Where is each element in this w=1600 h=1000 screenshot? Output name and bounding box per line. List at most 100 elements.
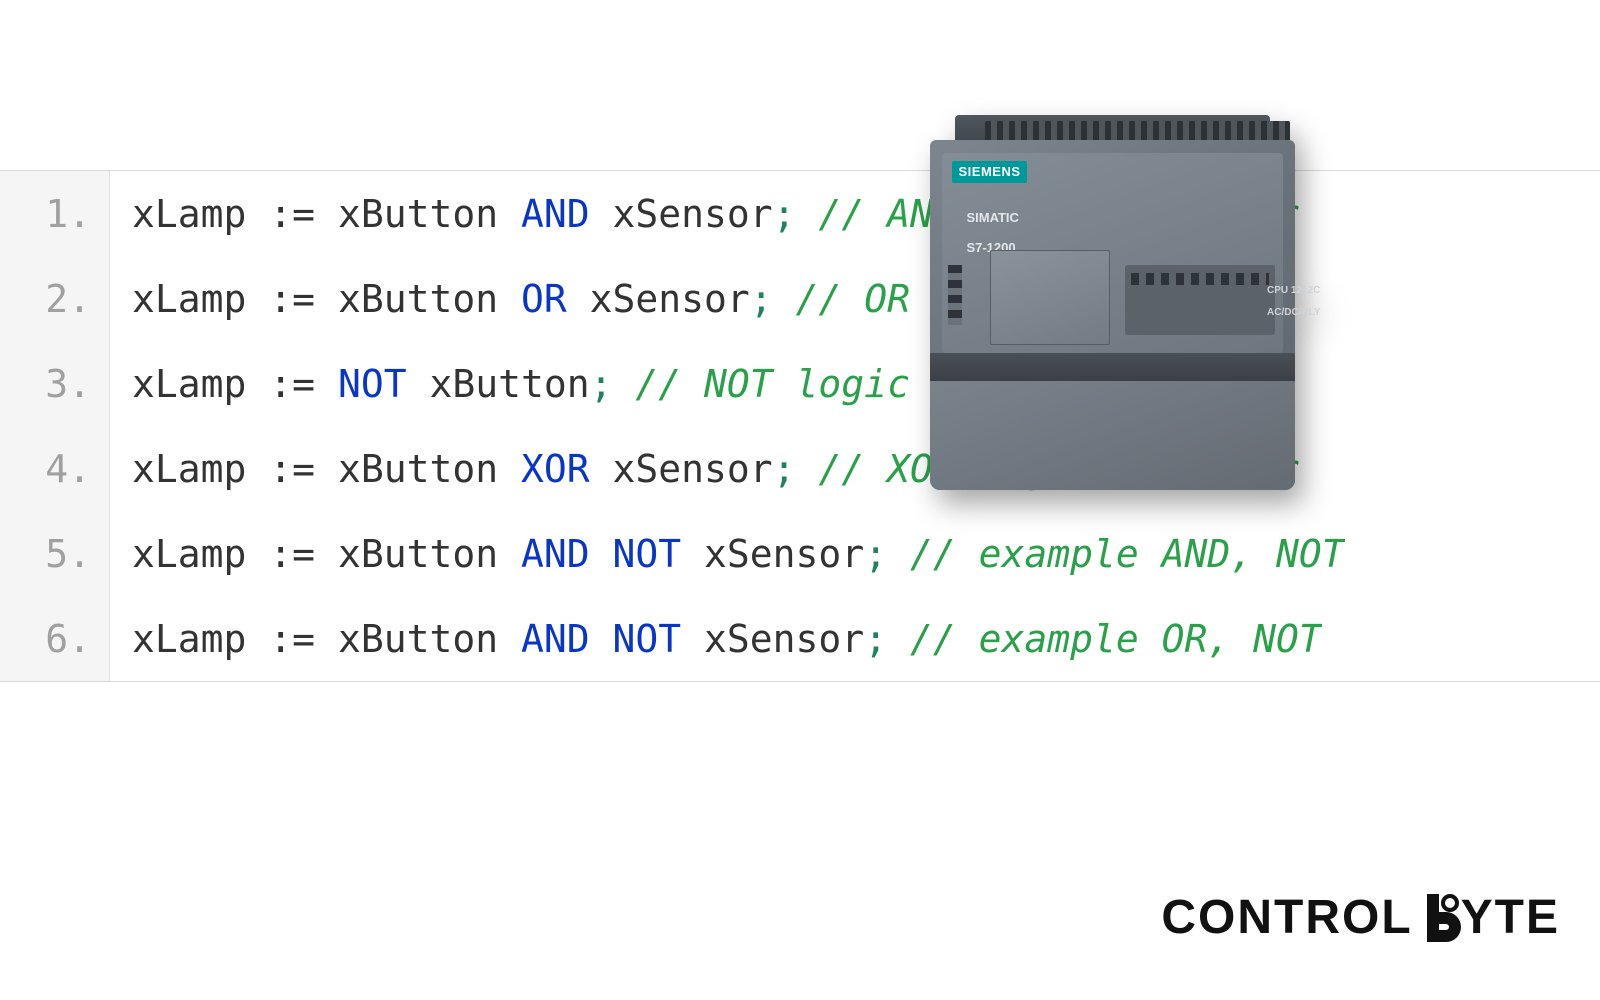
code-content: xLamp := xButton AND NOT xSensor; // exa… — [110, 596, 1322, 681]
plc-io-leds — [1131, 273, 1269, 285]
code-assign-op: := — [269, 447, 315, 491]
code-keyword: XOR — [521, 447, 590, 491]
code-space — [590, 192, 613, 236]
code-keyword: NOT — [613, 617, 682, 661]
code-assign-op: := — [269, 192, 315, 236]
code-space — [796, 447, 819, 491]
code-space — [246, 447, 269, 491]
plc-din-rail-band — [930, 353, 1295, 381]
brand-word-control: CONTROL — [1161, 890, 1412, 945]
code-keyword: NOT — [338, 362, 407, 406]
code-punct: ; — [864, 532, 887, 576]
code-assign-op: := — [269, 532, 315, 576]
code-space — [590, 617, 613, 661]
code-assign-op: := — [269, 362, 315, 406]
code-keyword: OR — [521, 277, 567, 321]
code-identifier: xSensor — [704, 532, 864, 576]
code-space — [246, 532, 269, 576]
code-line: 5.xLamp := xButton AND NOT xSensor; // e… — [0, 511, 1600, 596]
plc-status-leds — [948, 265, 962, 325]
code-space — [773, 277, 796, 321]
code-line: 4.xLamp := xButton XOR xSensor; // XOR l… — [0, 426, 1600, 511]
code-keyword: AND — [521, 532, 590, 576]
code-space — [315, 617, 338, 661]
code-identifier: xButton — [338, 617, 498, 661]
code-comment: // example AND, NOT — [910, 532, 1345, 576]
code-assign-op: := — [269, 277, 315, 321]
plc-cpu-line1: CPU 1212C — [1267, 285, 1320, 296]
code-punct: ; — [773, 447, 796, 491]
code-space — [315, 192, 338, 236]
code-assign-op: := — [269, 617, 315, 661]
code-punct: ; — [864, 617, 887, 661]
code-punct: ; — [773, 192, 796, 236]
plc-cpu-line2: AC/DC/RLY — [1267, 307, 1321, 318]
code-punct: ; — [590, 362, 613, 406]
code-space — [567, 277, 590, 321]
code-identifier: xSensor — [613, 192, 773, 236]
code-space — [315, 447, 338, 491]
code-identifier: xLamp — [132, 192, 246, 236]
code-line: 6.xLamp := xButton AND NOT xSensor; // e… — [0, 596, 1600, 681]
code-space — [315, 277, 338, 321]
line-number: 6. — [0, 596, 110, 681]
code-identifier: xLamp — [132, 617, 246, 661]
plc-model-label: SIMATIC S7-1200 — [952, 195, 966, 270]
code-identifier: xButton — [338, 192, 498, 236]
code-space — [498, 277, 521, 321]
code-space — [315, 362, 338, 406]
code-punct: ; — [750, 277, 773, 321]
controlbyte-logo: CONTROL YTE — [1161, 890, 1560, 945]
code-identifier: xSensor — [613, 447, 773, 491]
code-space — [590, 532, 613, 576]
code-space — [246, 617, 269, 661]
code-line: 2.xLamp := xButton OR xSensor; // OR log… — [0, 256, 1600, 341]
code-line: 3.xLamp := NOT xButton; // NOT logic ope… — [0, 341, 1600, 426]
code-space — [246, 277, 269, 321]
plc-access-door — [990, 250, 1110, 345]
code-identifier: xLamp — [132, 362, 246, 406]
code-keyword: AND — [521, 617, 590, 661]
plc-io-panel: CPU 1212C AC/DC/RLY — [1125, 265, 1275, 335]
plc-lower-housing — [930, 381, 1295, 490]
code-identifier: xButton — [338, 447, 498, 491]
brand-byte: YTE — [1427, 890, 1560, 945]
code-space — [613, 362, 636, 406]
code-space — [498, 447, 521, 491]
code-identifier: xLamp — [132, 447, 246, 491]
siemens-logo: SIEMENS — [952, 161, 1027, 183]
line-number: 1. — [0, 171, 110, 256]
stylized-b-icon — [1427, 894, 1461, 942]
code-identifier: xButton — [429, 362, 589, 406]
code-content: xLamp := xButton AND NOT xSensor; // exa… — [110, 511, 1345, 596]
code-space — [498, 532, 521, 576]
plc-cpu-label: CPU 1212C AC/DC/RLY — [1250, 274, 1267, 329]
code-space — [887, 532, 910, 576]
line-number: 5. — [0, 511, 110, 596]
code-space — [590, 447, 613, 491]
code-keyword: AND — [521, 192, 590, 236]
code-block: 1.xLamp := xButton AND xSensor; // AND l… — [0, 170, 1600, 682]
line-number: 3. — [0, 341, 110, 426]
code-keyword: NOT — [613, 532, 682, 576]
line-number: 2. — [0, 256, 110, 341]
code-space — [407, 362, 430, 406]
code-line: 1.xLamp := xButton AND xSensor; // AND l… — [0, 171, 1600, 256]
code-identifier: xButton — [338, 277, 498, 321]
code-space — [246, 192, 269, 236]
brand-word-yte: YTE — [1461, 890, 1560, 945]
code-space — [681, 617, 704, 661]
code-space — [246, 362, 269, 406]
code-identifier: xLamp — [132, 532, 246, 576]
code-space — [681, 532, 704, 576]
code-space — [887, 617, 910, 661]
code-identifier: xLamp — [132, 277, 246, 321]
code-identifier: xButton — [338, 532, 498, 576]
plc-device-image: SIEMENS SIMATIC S7-1200 CPU 1212C AC/DC/… — [930, 115, 1295, 490]
line-number: 4. — [0, 426, 110, 511]
code-space — [796, 192, 819, 236]
code-space — [498, 617, 521, 661]
code-space — [498, 192, 521, 236]
plc-model-line1: SIMATIC — [966, 210, 1018, 225]
code-comment: // example OR, NOT — [910, 617, 1322, 661]
